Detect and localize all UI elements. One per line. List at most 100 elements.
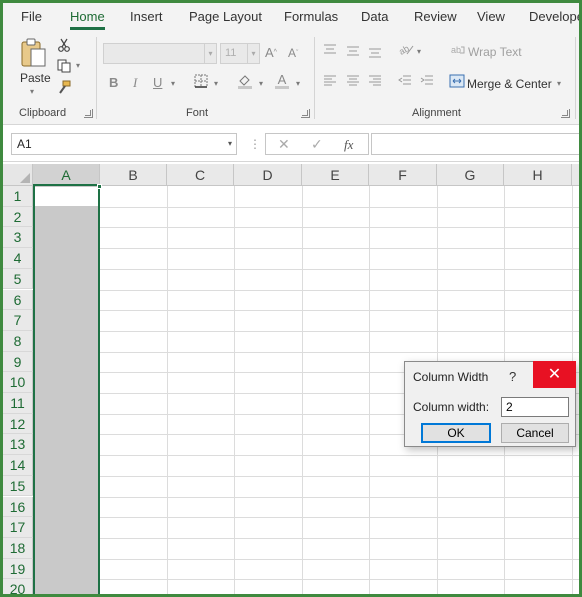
row-header[interactable]: 6 bbox=[3, 289, 33, 311]
formula-input[interactable] bbox=[371, 133, 579, 155]
row-header[interactable]: 14 bbox=[3, 455, 33, 476]
tab-data[interactable]: Data bbox=[361, 9, 388, 24]
row-header[interactable]: 5 bbox=[3, 268, 33, 290]
help-button[interactable]: ? bbox=[509, 369, 516, 384]
cancel-button[interactable]: Cancel bbox=[501, 423, 569, 443]
decrease-font-size-icon[interactable]: Aˇ bbox=[288, 46, 298, 60]
cancel-entry-icon[interactable]: ✕ bbox=[278, 136, 290, 153]
increase-indent-icon[interactable] bbox=[420, 75, 434, 87]
row-header[interactable]: 12 bbox=[3, 413, 33, 435]
fill-color-dropdown-icon[interactable]: ▾ bbox=[259, 79, 263, 88]
column-header-b[interactable]: B bbox=[100, 164, 167, 186]
align-right-icon[interactable] bbox=[368, 75, 382, 87]
tab-formulas[interactable]: Formulas bbox=[284, 9, 338, 24]
row-header[interactable]: 13 bbox=[3, 434, 33, 456]
column-header-c[interactable]: C bbox=[167, 164, 234, 186]
font-color-icon[interactable]: A bbox=[274, 72, 290, 90]
underline-dropdown-icon[interactable]: ▾ bbox=[171, 79, 175, 88]
align-bottom-icon[interactable] bbox=[368, 47, 382, 59]
column-header-a[interactable]: A bbox=[33, 164, 100, 186]
row-header[interactable]: 2 bbox=[3, 206, 33, 228]
row-header[interactable]: 19 bbox=[3, 558, 33, 580]
svg-text:ab: ab bbox=[451, 45, 461, 55]
ribbon-separator bbox=[314, 37, 315, 119]
row-header[interactable]: 4 bbox=[3, 248, 33, 269]
align-center-icon[interactable] bbox=[346, 75, 360, 87]
align-middle-icon[interactable] bbox=[346, 45, 360, 57]
clipboard-launcher-icon[interactable] bbox=[84, 109, 93, 118]
tab-view[interactable]: View bbox=[477, 9, 505, 24]
bold-button[interactable]: B bbox=[109, 75, 118, 90]
row-header[interactable]: 18 bbox=[3, 537, 33, 559]
row-header[interactable]: 7 bbox=[3, 310, 33, 331]
close-icon[interactable]: ✕ bbox=[533, 361, 576, 388]
column-header-e[interactable]: E bbox=[302, 164, 369, 186]
excel-window: File Home Insert Page Layout Formulas Da… bbox=[0, 0, 582, 597]
row-header[interactable]: 17 bbox=[3, 517, 33, 538]
row-header[interactable]: 1 bbox=[3, 186, 33, 207]
active-cell-a1[interactable] bbox=[35, 187, 98, 206]
alignment-launcher-icon[interactable] bbox=[561, 109, 570, 118]
borders-icon[interactable] bbox=[194, 74, 208, 88]
column-header-d[interactable]: D bbox=[234, 164, 302, 186]
paste-icon[interactable] bbox=[19, 37, 49, 69]
font-size-select[interactable]: 11 ▾ bbox=[220, 43, 260, 64]
fill-handle[interactable] bbox=[97, 184, 102, 189]
tab-page-layout[interactable]: Page Layout bbox=[189, 9, 262, 24]
paste-label[interactable]: Paste bbox=[20, 71, 51, 85]
column-header-g[interactable]: G bbox=[437, 164, 504, 186]
column-header-f[interactable]: F bbox=[369, 164, 437, 186]
borders-dropdown-icon[interactable]: ▾ bbox=[214, 79, 218, 88]
column-width-label: Column width: bbox=[413, 400, 490, 414]
wrap-text-label[interactable]: Wrap Text bbox=[468, 45, 522, 59]
tab-developer[interactable]: Developer bbox=[529, 9, 579, 24]
ribbon-tabs: File Home Insert Page Layout Formulas Da… bbox=[3, 3, 579, 33]
gridline bbox=[33, 537, 579, 539]
row-header[interactable]: 10 bbox=[3, 372, 33, 393]
decrease-indent-icon[interactable] bbox=[398, 75, 412, 87]
column-width-input[interactable]: 2 bbox=[501, 397, 569, 417]
merge-center-icon[interactable] bbox=[449, 74, 465, 88]
selected-column-a[interactable] bbox=[33, 186, 100, 594]
row-header[interactable]: 11 bbox=[3, 393, 33, 414]
orientation-icon[interactable]: ab bbox=[398, 42, 414, 56]
font-color-dropdown-icon[interactable]: ▾ bbox=[296, 79, 300, 88]
copy-icon[interactable] bbox=[57, 59, 71, 73]
font-name-select[interactable]: ▾ bbox=[103, 43, 217, 64]
confirm-entry-icon[interactable]: ✓ bbox=[311, 136, 323, 153]
row-header[interactable]: 16 bbox=[3, 496, 33, 518]
column-header-i[interactable] bbox=[572, 164, 579, 186]
italic-button[interactable]: I bbox=[133, 75, 137, 91]
align-left-icon[interactable] bbox=[323, 75, 337, 87]
row-header[interactable]: 3 bbox=[3, 227, 33, 249]
tab-review[interactable]: Review bbox=[414, 9, 457, 24]
font-launcher-icon[interactable] bbox=[301, 109, 310, 118]
orientation-dropdown-icon[interactable]: ▾ bbox=[417, 47, 421, 56]
paste-dropdown-icon[interactable]: ▾ bbox=[30, 87, 34, 96]
fill-color-icon[interactable] bbox=[237, 73, 253, 89]
gridline bbox=[33, 517, 579, 519]
tab-file[interactable]: File bbox=[21, 9, 42, 24]
name-box[interactable]: A1 ▾ bbox=[11, 133, 237, 155]
row-header[interactable]: 9 bbox=[3, 351, 33, 373]
tab-insert[interactable]: Insert bbox=[130, 9, 163, 24]
align-top-icon[interactable] bbox=[323, 43, 337, 55]
merge-center-label[interactable]: Merge & Center bbox=[467, 77, 552, 91]
insert-function-icon[interactable]: fx bbox=[344, 137, 353, 153]
cut-icon[interactable] bbox=[57, 38, 71, 52]
select-all-button[interactable] bbox=[3, 164, 33, 186]
increase-font-size-icon[interactable]: A ^ bbox=[265, 45, 277, 60]
row-header[interactable]: 15 bbox=[3, 475, 33, 497]
clipboard-group-label: Clipboard bbox=[19, 107, 67, 119]
column-header-h[interactable]: H bbox=[504, 164, 572, 186]
underline-button[interactable]: U bbox=[153, 75, 162, 90]
format-painter-icon[interactable] bbox=[57, 80, 71, 94]
row-header[interactable]: 8 bbox=[3, 330, 33, 352]
merge-dropdown-icon[interactable]: ▾ bbox=[557, 79, 561, 88]
more-options-icon[interactable]: ⋮ bbox=[249, 137, 261, 151]
wrap-text-icon[interactable]: ab bbox=[451, 43, 465, 57]
tab-home[interactable]: Home bbox=[70, 9, 105, 30]
copy-dropdown-icon[interactable]: ▾ bbox=[76, 61, 80, 70]
row-header[interactable]: 20 bbox=[3, 579, 33, 594]
ok-button[interactable]: OK bbox=[421, 423, 491, 443]
